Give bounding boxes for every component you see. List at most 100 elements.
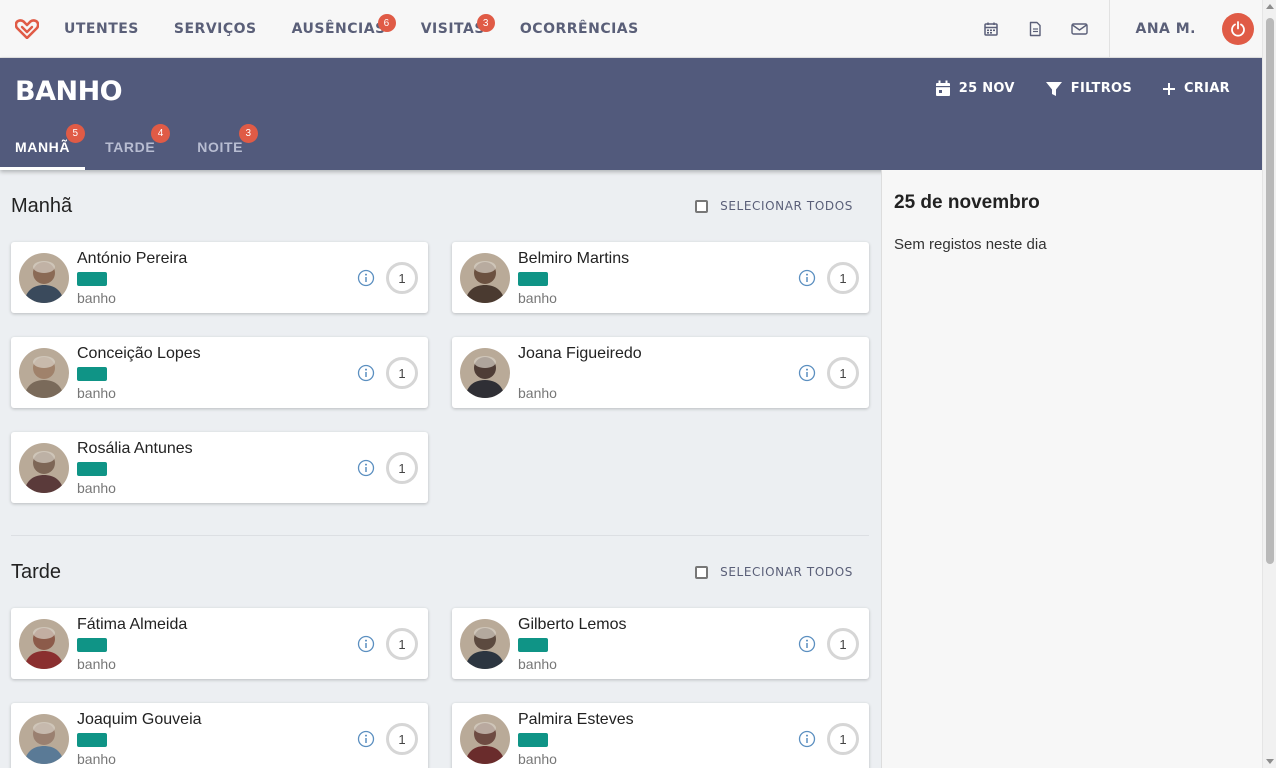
checkbox[interactable] <box>695 199 709 213</box>
power-button[interactable] <box>1222 12 1254 45</box>
avatar <box>460 252 510 303</box>
info-icon[interactable] <box>357 364 375 382</box>
tab-tarde[interactable]: TARDE 4 <box>90 120 171 170</box>
avatar <box>19 252 69 303</box>
tab-manha[interactable]: MANHÃ 5 <box>0 120 86 170</box>
count-circle[interactable]: 1 <box>827 628 859 660</box>
status-tag <box>518 732 548 747</box>
service-label: banho <box>77 750 116 767</box>
calendar-icon[interactable] <box>981 19 1001 39</box>
service-label: banho <box>77 384 116 401</box>
count-circle[interactable]: 1 <box>386 262 418 294</box>
info-icon[interactable] <box>357 459 375 477</box>
avatar <box>460 618 510 669</box>
plus-icon <box>1163 82 1176 95</box>
status-tag <box>77 366 107 381</box>
section-header: Tarde SELECIONAR TODOS <box>11 536 869 608</box>
count-circle[interactable]: 1 <box>386 357 418 389</box>
ausencias-badge: 6 <box>377 14 396 32</box>
info-icon[interactable] <box>357 730 375 748</box>
select-all-checkbox[interactable]: SELECIONAR TODOS <box>695 565 853 579</box>
resident-card[interactable]: Rosália Antunes banho 1 <box>11 432 428 503</box>
filter-icon <box>1045 81 1062 96</box>
user-name[interactable]: ANA M. <box>1135 21 1196 37</box>
resident-card[interactable]: Palmira Esteves banho 1 <box>452 703 869 768</box>
status-tag <box>77 732 107 747</box>
info-icon[interactable] <box>357 635 375 653</box>
status-tag <box>77 271 107 286</box>
resident-card[interactable]: Joaquim Gouveia banho 1 <box>11 703 428 768</box>
mail-icon[interactable] <box>1069 19 1089 39</box>
heart-logo-icon[interactable] <box>14 16 40 42</box>
empty-message: Sem registos neste dia <box>894 236 1047 253</box>
avatar <box>19 618 69 669</box>
document-icon[interactable] <box>1025 19 1045 39</box>
info-icon[interactable] <box>798 730 816 748</box>
scroll-up-arrow[interactable] <box>1266 4 1274 9</box>
count-circle[interactable]: 1 <box>386 452 418 484</box>
top-navbar: UTENTES SERVIÇOS AUSÊNCIAS 6 VISITAS 3 OCO… <box>0 0 1262 58</box>
info-icon[interactable] <box>798 364 816 382</box>
nav-divider <box>1109 0 1111 58</box>
create-button[interactable]: CRIAR <box>1162 81 1230 96</box>
checkbox[interactable] <box>695 565 709 579</box>
resident-name: Palmira Esteves <box>518 710 634 728</box>
section-title: Manhã <box>11 194 73 217</box>
nav-item-servicos[interactable]: SERVIÇOS <box>174 0 257 57</box>
resident-card[interactable]: António Pereira banho 1 <box>11 242 428 313</box>
power-icon <box>1231 20 1245 37</box>
count-circle[interactable]: 1 <box>827 723 859 755</box>
resident-card[interactable]: Gilberto Lemos banho 1 <box>452 608 869 679</box>
scrollbar[interactable] <box>1262 0 1276 768</box>
info-icon[interactable] <box>357 269 375 287</box>
info-icon[interactable] <box>798 269 816 287</box>
scroll-down-arrow[interactable] <box>1266 759 1274 764</box>
resident-card[interactable]: Fátima Almeida banho 1 <box>11 608 428 679</box>
avatar <box>460 713 510 764</box>
shift-section: Tarde SELECIONAR TODOS Fátima Almeida banho… <box>0 536 881 768</box>
card-grid: Fátima Almeida banho 1 Gilberto Lemos banho 1… <box>11 608 869 768</box>
nav-item-visitas[interactable]: VISITAS 3 <box>421 0 495 57</box>
filters-button[interactable]: FILTROS <box>1045 81 1132 97</box>
date-button[interactable]: 25 NOV <box>935 80 1015 97</box>
status-tag <box>518 637 548 652</box>
tab-noite[interactable]: NOITE 3 <box>182 120 259 170</box>
resident-card[interactable]: Conceição Lopes banho 1 <box>11 337 428 408</box>
service-label: banho <box>77 479 116 496</box>
service-label: banho <box>77 655 116 672</box>
count-circle[interactable]: 1 <box>386 628 418 660</box>
service-label: banho <box>518 750 557 767</box>
avatar <box>460 347 510 398</box>
select-all-checkbox[interactable]: SELECIONAR TODOS <box>695 199 853 213</box>
resident-card[interactable]: Belmiro Martins banho 1 <box>452 242 869 313</box>
tab-badge: 3 <box>239 124 259 143</box>
scroll-thumb[interactable] <box>1266 18 1274 564</box>
resident-name: Rosália Antunes <box>77 439 193 457</box>
resident-name: Gilberto Lemos <box>518 615 627 633</box>
calendar-icon <box>935 80 950 96</box>
card-grid: António Pereira banho 1 Belmiro Martins banh… <box>11 242 869 503</box>
count-circle[interactable]: 1 <box>386 723 418 755</box>
resident-name: António Pereira <box>77 249 188 267</box>
resident-card[interactable]: Joana Figueiredo banho 1 <box>452 337 869 408</box>
avatar <box>19 347 69 398</box>
tab-badge: 5 <box>66 124 86 143</box>
resident-name: Belmiro Martins <box>518 249 630 267</box>
nav-item-utentes[interactable]: UTENTES <box>64 0 139 57</box>
service-label: banho <box>518 655 557 672</box>
count-circle[interactable]: 1 <box>827 262 859 294</box>
count-circle[interactable]: 1 <box>827 357 859 389</box>
resident-name: Joaquim Gouveia <box>77 710 202 728</box>
resident-name: Joana Figueiredo <box>518 344 642 362</box>
avatar <box>19 442 69 493</box>
status-tag <box>518 271 548 286</box>
info-icon[interactable] <box>798 635 816 653</box>
service-label: banho <box>77 289 116 306</box>
nav-item-ocorrencias[interactable]: OCORRÊNCIAS <box>520 0 639 57</box>
service-label: banho <box>518 289 557 306</box>
main-content: Manhã SELECIONAR TODOS António Pereira banh… <box>0 170 881 768</box>
avatar <box>19 713 69 764</box>
nav-item-ausencias[interactable]: AUSÊNCIAS 6 <box>292 0 396 57</box>
shift-tabs: MANHÃ 5 TARDE 4 NOITE 3 <box>0 120 259 170</box>
visitas-badge: 3 <box>476 14 495 32</box>
